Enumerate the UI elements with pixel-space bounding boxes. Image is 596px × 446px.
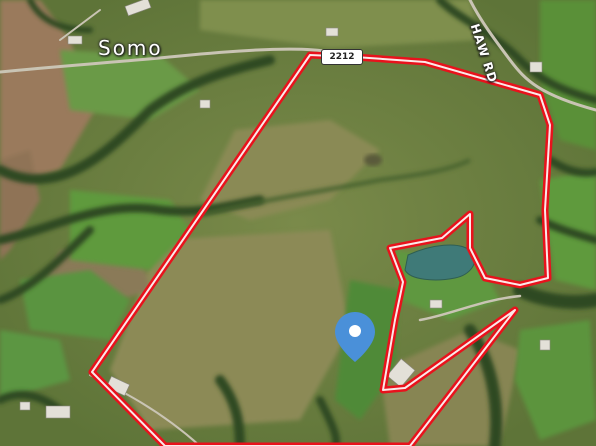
satellite-map[interactable]: Somo HAW RD 2212 (0, 0, 596, 446)
town-label: Somo (98, 36, 163, 60)
satellite-imagery (0, 0, 596, 446)
route-shield: 2212 (321, 49, 363, 65)
location-pin-icon[interactable] (333, 310, 377, 364)
